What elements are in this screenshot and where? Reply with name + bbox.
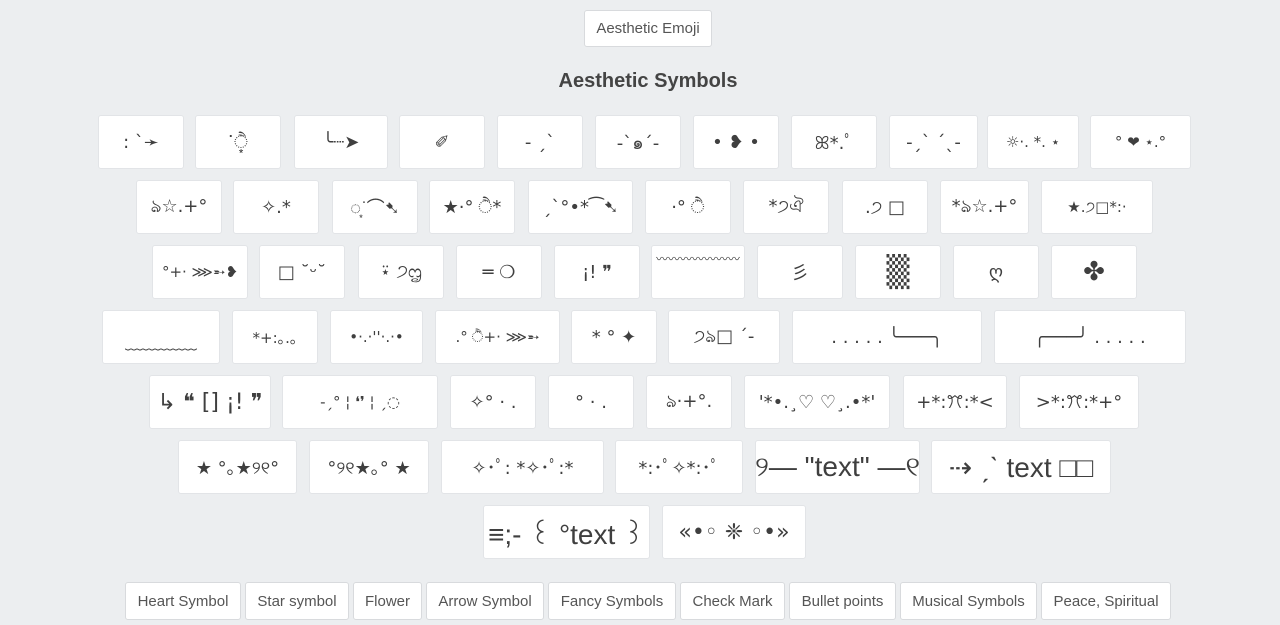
- symbol-tile[interactable]: ╭───╯ . . . . .: [994, 310, 1186, 364]
- symbol-tile[interactable]: +*:ꔫ:*<: [903, 375, 1007, 429]
- symbol-tile[interactable]: -ˏˋ ˊˎ-: [889, 115, 978, 169]
- symbol-tile[interactable]: •·.·''·.·•: [330, 310, 423, 364]
- category-check-mark[interactable]: Check Mark: [680, 582, 785, 620]
- symbol-tile[interactable]: ꕤ*.ﾟ: [791, 115, 877, 169]
- symbol-tile[interactable]: • ❥ •: [693, 115, 779, 169]
- symbol-tile[interactable]: 彡: [757, 245, 843, 299]
- symbol-tile[interactable]: 〰〰〰〰〰〰〰: [651, 245, 745, 299]
- category-musical-symbols[interactable]: Musical Symbols: [900, 582, 1037, 620]
- aesthetic-emoji-button[interactable]: Aesthetic Emoji: [584, 10, 712, 47]
- symbol-tile[interactable]: ·° ੈ: [645, 180, 731, 234]
- symbol-tile[interactable]: ˏˋ°•*⁀➷: [528, 180, 633, 234]
- symbol-tile[interactable]: °+· ⋙➵❥: [152, 245, 248, 299]
- symbol-tile[interactable]: *+:｡.｡: [232, 310, 318, 364]
- symbol-tile[interactable]: -ˋ๑ˊ-: [595, 115, 681, 169]
- symbol-tile[interactable]: ⇢ ˏˋ text □□: [931, 440, 1111, 494]
- category-flower[interactable]: Flower: [353, 582, 422, 620]
- category-arrow-symbol[interactable]: Arrow Symbol: [426, 582, 544, 620]
- symbol-tile[interactable]: ☼·. *. ⋆: [987, 115, 1079, 169]
- symbol-tile[interactable]: ◌͙͘ ⌒➷: [332, 180, 418, 234]
- symbol-tile[interactable]: °୨୧★｡° ★: [309, 440, 429, 494]
- symbol-tile[interactable]: ✧･ﾟ: *✧･ﾟ:*: [441, 440, 604, 494]
- symbol-tile[interactable]: ★·° ੈ*: [429, 180, 515, 234]
- symbol-tile[interactable]: ╰┈➤: [294, 115, 388, 169]
- category-peace-spiritual[interactable]: Peace, Spiritual: [1041, 582, 1171, 620]
- symbol-tile[interactable]: ﹏﹏﹏﹏: [102, 310, 220, 364]
- symbol-tile[interactable]: ▒: [855, 245, 941, 299]
- symbol-tile[interactable]: ୨— "text" —୧: [755, 440, 920, 494]
- symbol-tile[interactable]: *੭ঐ: [743, 180, 829, 234]
- symbol-tile[interactable]: ੭ঌ□ ˊ-: [668, 310, 780, 364]
- category-heart-symbol[interactable]: Heart Symbol: [125, 582, 241, 620]
- symbol-tile[interactable]: *ঌ☆.+°: [940, 180, 1029, 234]
- symbol-tile[interactable]: >*:ꔫ:*+°: [1019, 375, 1139, 429]
- category-star-symbol[interactable]: Star symbol: [245, 582, 349, 620]
- symbol-tile[interactable]: : ˋ➛: [98, 115, 184, 169]
- symbol-tile[interactable]: -ˏ° ¦ ❛❜ ¦ ˏ◌: [282, 375, 438, 429]
- symbol-tile[interactable]: ★ °｡★୨୧°: [178, 440, 297, 494]
- category-fancy-symbols[interactable]: Fancy Symbols: [548, 582, 676, 620]
- symbol-tile[interactable]: ✧° · .: [450, 375, 536, 429]
- symbol-tile[interactable]: ≡;- ꒰ °text ꒱: [483, 505, 650, 559]
- symbol-tile[interactable]: ↳ ❝ [] ¡! ❞: [149, 375, 271, 429]
- symbol-tile[interactable]: ঌ·+°.: [646, 375, 732, 429]
- symbol-tile[interactable]: * ° ✦: [571, 310, 657, 364]
- symbol-tile[interactable]: *:･ﾟ✧*:･ﾟ: [615, 440, 743, 494]
- symbol-tile[interactable]: .੭ □: [842, 180, 928, 234]
- symbol-tile[interactable]: ★.੭□*:·: [1041, 180, 1153, 234]
- symbol-tile[interactable]: ✤: [1051, 245, 1137, 299]
- symbol-tile[interactable]: .° ੈ+· ⋙➵: [435, 310, 560, 364]
- symbol-tile[interactable]: - ˏˋ: [497, 115, 583, 169]
- symbol-tile[interactable]: ✧.*: [233, 180, 319, 234]
- symbol-tile[interactable]: ═ ❍: [456, 245, 542, 299]
- page-title: Aesthetic Symbols: [558, 70, 738, 92]
- symbol-tile[interactable]: «•◦ ❈ ◦•»: [662, 505, 806, 559]
- symbol-tile[interactable]: ¡! ❞: [554, 245, 640, 299]
- symbol-tile[interactable]: ღ: [953, 245, 1039, 299]
- symbol-tile[interactable]: ˙ੈ͙: [195, 115, 281, 169]
- symbol-tile[interactable]: . . . . . ╰───╮: [792, 310, 982, 364]
- symbol-tile[interactable]: ✐: [399, 115, 485, 169]
- symbol-tile[interactable]: ° ❤︎ ⋆.°: [1090, 115, 1191, 169]
- symbol-tile[interactable]: '*•.¸♡ ♡¸.•*': [744, 375, 890, 429]
- category-bullet-points[interactable]: Bullet points: [789, 582, 896, 620]
- symbol-tile[interactable]: ⍣ ੭ᦗ: [358, 245, 444, 299]
- symbol-tile[interactable]: ঌ☆.+°: [136, 180, 222, 234]
- symbol-tile[interactable]: ° · .: [548, 375, 634, 429]
- symbol-tile[interactable]: □ ˘ᵕ˘: [259, 245, 345, 299]
